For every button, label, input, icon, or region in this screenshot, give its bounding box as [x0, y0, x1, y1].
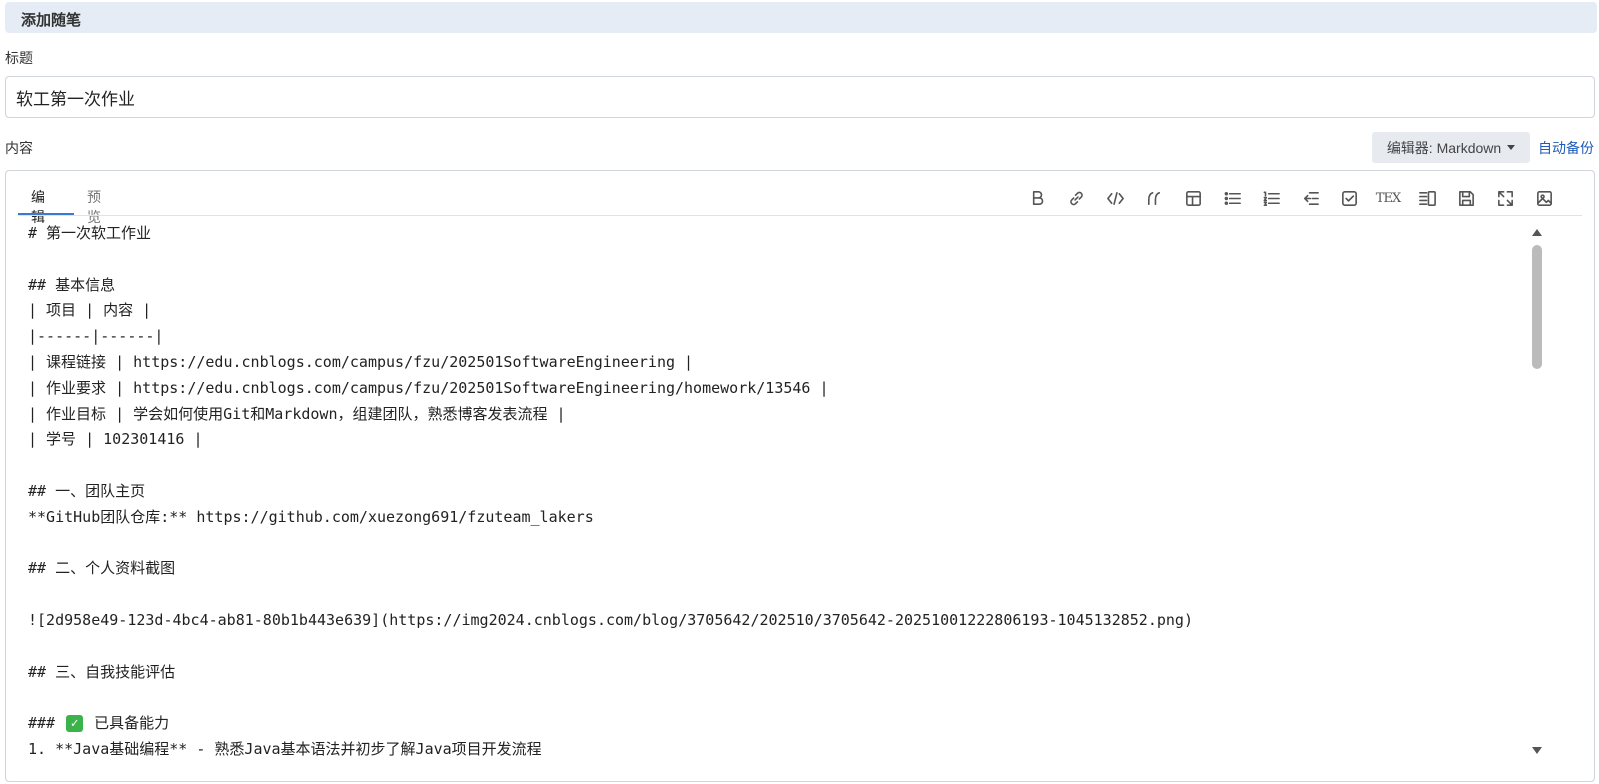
code-line: ## 二、个人资料截图	[28, 559, 176, 578]
page-title: 添加随笔	[21, 12, 82, 29]
table-icon[interactable]	[1180, 185, 1206, 211]
heading-text: 已具备能力	[94, 714, 170, 733]
page-header: 添加随笔	[5, 2, 1597, 33]
checkbox-icon[interactable]	[1336, 185, 1362, 211]
markdown-textarea[interactable]: # 第一次软工作业 ## 基本信息 | 项目 | 内容 | |------|--…	[28, 221, 1518, 781]
fullscreen-icon[interactable]	[1492, 185, 1518, 211]
heading-prefix: ###	[28, 714, 65, 733]
code-line: | 作业要求 | https://edu.cnblogs.com/campus/…	[28, 378, 829, 397]
code-icon[interactable]	[1102, 185, 1128, 211]
code-line: **GitHub团队仓库:** https://github.com/xuezo…	[28, 507, 594, 526]
link-icon[interactable]	[1063, 185, 1089, 211]
title-label: 标题	[5, 50, 33, 66]
code-line: | 课程链接 | https://edu.cnblogs.com/campus/…	[28, 352, 694, 371]
code-line: ## 一、团队主页	[28, 481, 146, 500]
markdown-editor: 编辑 预览 TEX # 第一次软工作业 ## 基本信息 | 项目 | 内容 | …	[5, 170, 1595, 782]
check-icon: ✓	[66, 715, 84, 733]
code-line: ## 基本信息	[28, 275, 116, 294]
tabs-divider	[18, 215, 1582, 216]
scroll-up-arrow-icon[interactable]	[1532, 229, 1542, 236]
editor-scrollbar[interactable]	[1529, 223, 1545, 763]
code-line: ## 三、自我技能评估	[28, 662, 176, 681]
auto-backup-link[interactable]: 自动备份	[1538, 138, 1594, 158]
image-icon[interactable]	[1531, 185, 1557, 211]
code-line-checked: ### ✓ 已具备能力	[28, 711, 1518, 737]
outdent-icon[interactable]	[1297, 185, 1323, 211]
ordered-list-icon[interactable]	[1258, 185, 1284, 211]
code-line: | 项目 | 内容 |	[28, 301, 152, 320]
bold-icon[interactable]	[1024, 185, 1050, 211]
tex-icon[interactable]: TEX	[1375, 185, 1401, 211]
code-line: # 第一次软工作业	[28, 224, 152, 242]
code-line: 1. **Java基础编程** - 熟悉Java基本语法并初步了解Java项目开…	[28, 739, 542, 758]
code-line: | 作业目标 | 学会如何使用Git和Markdown，组建团队，熟悉博客发表流…	[28, 404, 566, 423]
save-icon[interactable]	[1453, 185, 1479, 211]
scrollbar-thumb[interactable]	[1532, 245, 1542, 369]
code-line: |------|------|	[28, 327, 164, 346]
bullet-list-icon[interactable]	[1219, 185, 1245, 211]
editor-type-label: 编辑器: Markdown	[1386, 139, 1502, 156]
editor-type-select[interactable]: 编辑器: Markdown	[1372, 132, 1530, 163]
chevron-down-icon	[1507, 145, 1516, 150]
title-input[interactable]	[5, 76, 1595, 118]
code-line: | 学号 | 102301416 |	[28, 430, 203, 449]
content-label: 内容	[5, 140, 33, 156]
quote-icon[interactable]	[1141, 185, 1167, 211]
scroll-down-arrow-icon[interactable]	[1532, 747, 1542, 754]
preview-split-icon[interactable]	[1414, 185, 1440, 211]
code-line: ![2d958e49-123d-4bc4-ab81-80b1b443e639](…	[28, 610, 1193, 629]
